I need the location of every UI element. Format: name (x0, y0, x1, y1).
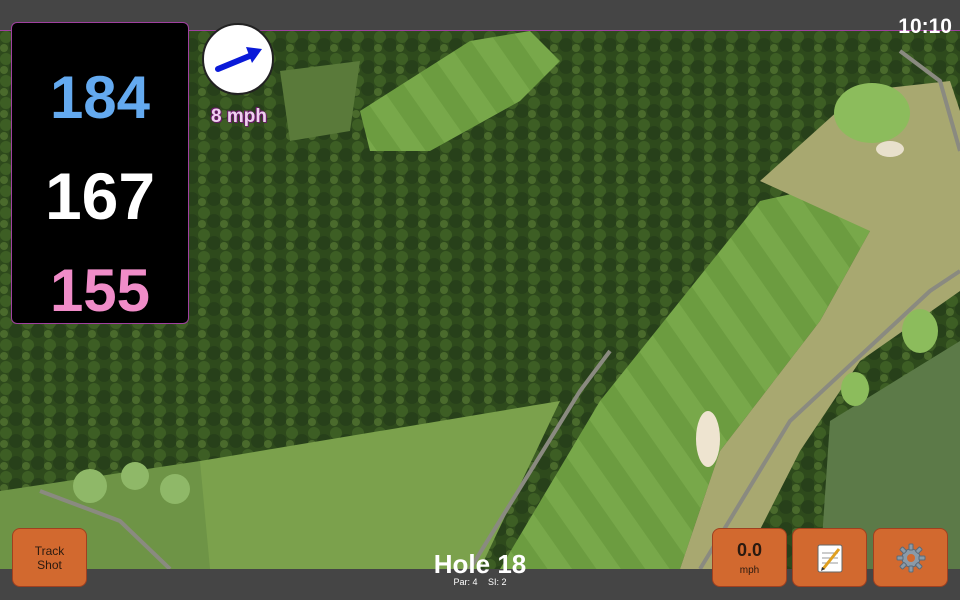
hole-si: SI: 2 (488, 577, 507, 587)
speed-button[interactable]: 0.0 mph (712, 528, 787, 587)
track-shot-label-line2: Shot (37, 557, 62, 572)
back-distance: 184 (49, 64, 151, 131)
speed-unit: mph (739, 564, 760, 576)
hole-info: Par: 4 SI: 2 (380, 577, 580, 587)
hole-par: Par: 4 (453, 577, 478, 587)
speed-value: 0.0 (736, 539, 763, 560)
track-shot-label-line1: Track (34, 543, 65, 558)
wind-speed-label: 8 mph (211, 106, 267, 127)
front-distance: 155 (49, 257, 151, 324)
notes-button[interactable] (792, 528, 867, 587)
hole-title: Hole 18 (433, 549, 527, 579)
gear-icon (896, 543, 925, 572)
clock: 10:10 (898, 15, 952, 38)
track-shot-button[interactable]: Track Shot (12, 528, 87, 587)
notepad-icon (817, 544, 842, 572)
wind-indicator (202, 23, 274, 95)
settings-button[interactable] (873, 528, 948, 587)
distance-panel: 184 167 155 (11, 22, 189, 324)
arrow-right-icon (215, 47, 262, 72)
center-distance: 167 (44, 159, 156, 233)
